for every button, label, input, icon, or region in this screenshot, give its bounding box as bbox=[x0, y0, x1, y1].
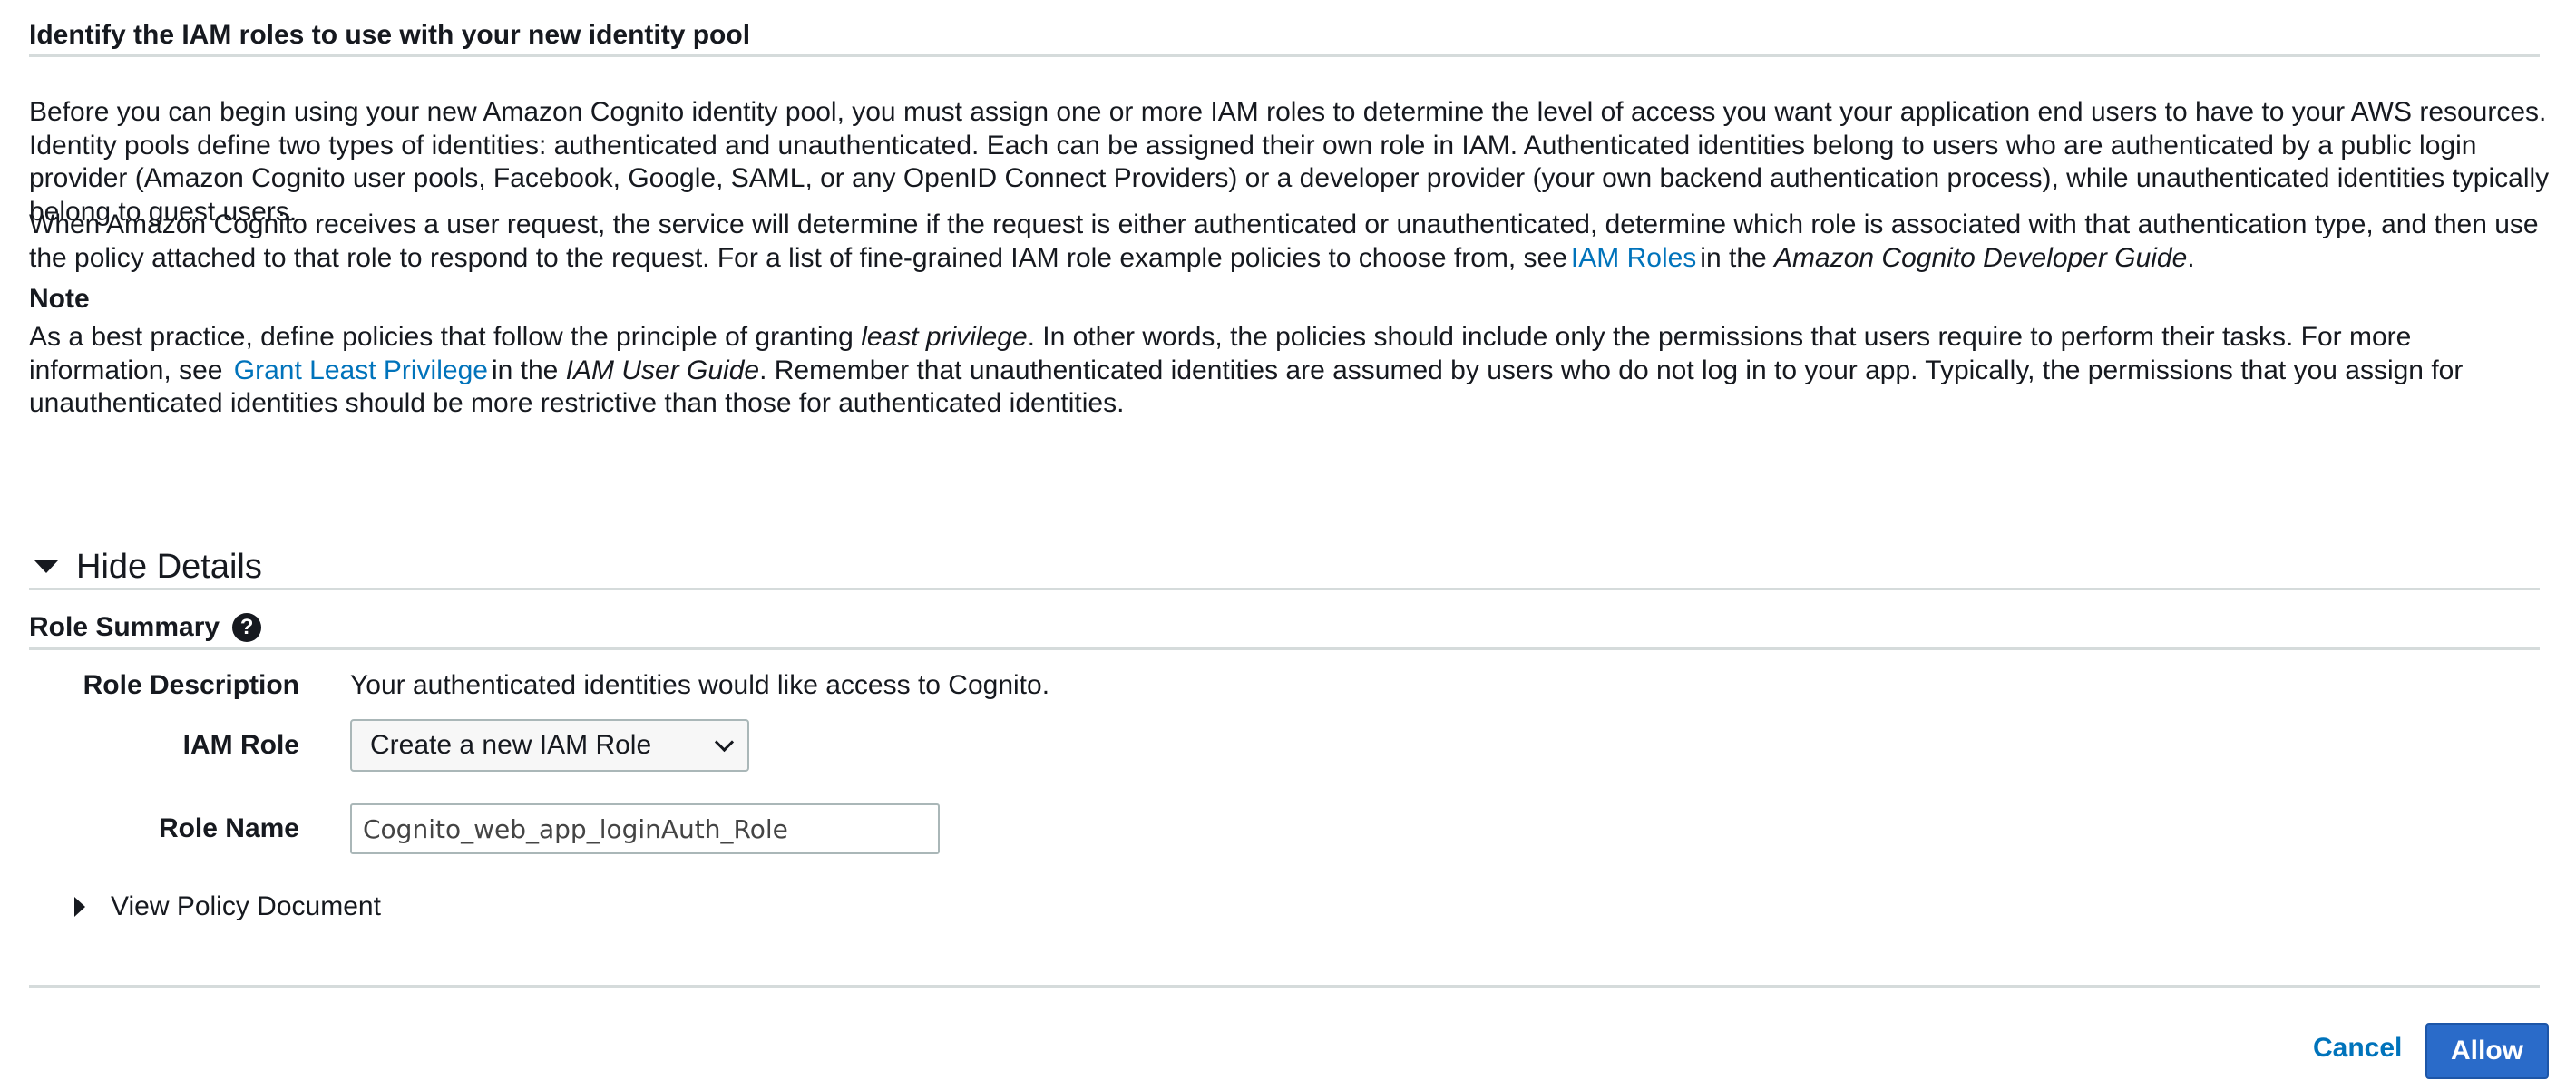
iam-role-label: IAM Role bbox=[182, 730, 299, 760]
role-name-input[interactable] bbox=[350, 803, 940, 854]
role-description-label: Role Description bbox=[83, 670, 299, 700]
iam-user-guide-title: IAM User Guide bbox=[565, 355, 760, 385]
note-text-mid: in the bbox=[491, 355, 559, 385]
question-circle-icon[interactable]: ? bbox=[232, 613, 262, 642]
footer-divider bbox=[29, 985, 2540, 988]
hide-details-label: Hide Details bbox=[76, 547, 262, 586]
caret-down-icon bbox=[34, 560, 58, 573]
policy-paragraph-end: . bbox=[2187, 242, 2195, 273]
allow-button[interactable]: Allow bbox=[2425, 1023, 2549, 1079]
iam-roles-link[interactable]: IAM Roles bbox=[1571, 243, 1696, 273]
caret-right-icon bbox=[74, 897, 85, 917]
policy-paragraph-mid: in the bbox=[1700, 242, 1767, 273]
iam-role-selected-value: Create a new IAM Role bbox=[370, 730, 652, 760]
view-policy-document-toggle[interactable]: View Policy Document bbox=[74, 890, 381, 923]
section-title: Identify the IAM roles to use with your … bbox=[29, 16, 2540, 57]
least-privilege-emphasis: least privilege bbox=[861, 322, 1028, 352]
grant-least-privilege-link[interactable]: Grant Least Privilege bbox=[234, 355, 488, 385]
iam-role-select[interactable]: Create a new IAM Role bbox=[350, 719, 749, 772]
hide-details-toggle[interactable]: Hide Details bbox=[29, 546, 2540, 590]
cancel-button[interactable]: Cancel bbox=[2295, 1030, 2420, 1066]
note-text-before: As a best practice, define policies that… bbox=[29, 322, 854, 352]
role-summary-heading: Role Summary ? bbox=[29, 608, 2540, 650]
role-description-value: Your authenticated identities would like… bbox=[350, 670, 1050, 700]
iam-roles-page: Identify the IAM roles to use with your … bbox=[0, 0, 2576, 1090]
chevron-down-icon bbox=[714, 732, 735, 752]
policy-paragraph: When Amazon Cognito receives a user requ… bbox=[29, 209, 2551, 275]
developer-guide-title: Amazon Cognito Developer Guide bbox=[1774, 242, 2188, 273]
note-label: Note bbox=[29, 284, 90, 314]
note-paragraph: As a best practice, define policies that… bbox=[29, 321, 2551, 421]
view-policy-document-label: View Policy Document bbox=[111, 891, 381, 921]
role-name-label: Role Name bbox=[158, 813, 299, 843]
role-summary-label: Role Summary bbox=[29, 612, 220, 642]
